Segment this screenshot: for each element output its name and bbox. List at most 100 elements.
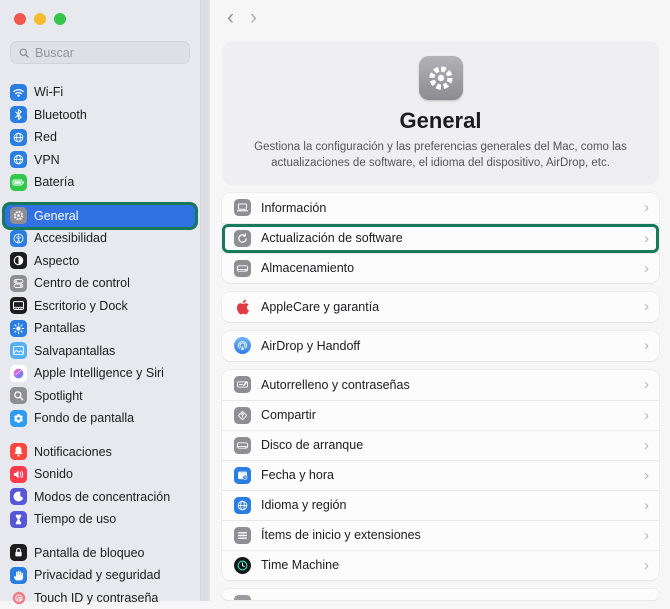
row-informacion[interactable]: Información› [222,193,659,223]
sun-icon [10,320,27,337]
row-almacenamiento[interactable]: Almacenamiento› [222,253,659,283]
spotlight-icon [10,387,27,404]
hand-icon [10,567,27,584]
zoom-button[interactable] [54,13,66,25]
traffic-lights [0,0,200,25]
row-label: AirDrop y Handoff [261,339,634,353]
chevron-right-icon: › [644,377,649,392]
main-content: General Gestiona la configuración y las … [222,41,659,600]
row-disco-de-arranque[interactable]: Disco de arranque › [222,430,659,460]
disk-icon [234,437,251,454]
wifi-icon [10,84,27,101]
row-label: Almacenamiento [261,261,634,275]
settings-group: AppleCare y garantía› [222,292,659,322]
forward-button[interactable]: › [250,6,257,30]
row-label: Ítems de inicio y extensiones [261,528,634,542]
battery-icon [10,174,27,191]
sidebar-item-pantalla-de-bloqueo[interactable]: Pantalla de bloqueo [5,542,195,565]
chevron-right-icon: › [644,338,649,353]
sidebar-item-wifi[interactable]: Wi-Fi [5,81,195,104]
row-autorrelleno-y-contrasenas[interactable]: Autorrelleno y contraseñas› [222,370,659,400]
sidebar-group: Pantalla de bloqueoPrivacidad y segurida… [0,542,200,609]
sidebar-item-label: Bluetooth [34,108,87,122]
sidebar-item-label: Centro de control [34,276,130,290]
sidebar-item-bateria[interactable]: Batería [5,171,195,194]
accessibility-icon [10,230,27,247]
row-compartir[interactable]: Compartir› [222,400,659,430]
disk-icon [234,260,251,277]
sidebar-item-pantallas[interactable]: Pantallas [5,317,195,340]
row-applecare-y-garantia[interactable]: AppleCare y garantía› [222,292,659,322]
fingerprint-icon [10,589,27,606]
row-actualizacion-de-software[interactable]: Actualización de software› [222,223,659,253]
sidebar-item-label: Modos de concentración [34,490,170,504]
sidebar-item-label: Apple Intelligence y Siri [34,366,164,380]
settings-group: AirDrop y Handoff › [222,331,659,361]
sidebar-item-modos-de-concentracion[interactable]: Modos de concentración [5,486,195,509]
row-items-de-inicio-y-extensiones[interactable]: Ítems de inicio y extensiones › [222,520,659,550]
autofill-icon [234,376,251,393]
general-header-card: General Gestiona la configuración y las … [222,41,659,185]
sidebar-item-label: Aspecto [34,254,79,268]
sidebar-item-fondo-de-pantalla[interactable]: Fondo de pantalla [5,407,195,430]
row-airdrop-y-handoff[interactable]: AirDrop y Handoff › [222,331,659,361]
sidebar-item-sonido[interactable]: Sonido [5,463,195,486]
chevron-right-icon: › [644,408,649,423]
sidebar-scrollbar[interactable] [200,0,210,601]
sidebar-item-notificaciones[interactable]: Notificaciones [5,441,195,464]
row-time-machine[interactable]: Time Machine› [222,550,659,580]
search-icon [18,47,30,59]
chevron-right-icon: › [644,200,649,215]
settings-groups: Información›Actualización de software›Al… [222,193,659,600]
page-description: Gestiona la configuración y las preferen… [242,139,639,172]
gear-icon [419,56,463,100]
settings-group: Autorrelleno y contraseñas›Compartir›Dis… [222,370,659,580]
sidebar-item-label: Touch ID y contraseña [34,591,158,605]
sidebar-item-tiempo-de-uso[interactable]: Tiempo de uso [5,508,195,531]
row-partial-row[interactable] [222,589,659,600]
flower-icon [10,410,27,427]
search-input[interactable]: Buscar [10,41,190,64]
sidebar-item-vpn[interactable]: VPN [5,149,195,172]
speaker-icon [10,466,27,483]
sidebar-item-aspecto[interactable]: Aspecto [5,250,195,273]
system-settings-window: { "window": { "traffic_lights": ["close"… [0,0,670,601]
sidebar-item-red[interactable]: Red [5,126,195,149]
sidebar-item-label: Escritorio y Dock [34,299,128,313]
sidebar-item-label: Notificaciones [34,445,112,459]
close-button[interactable] [14,13,26,25]
sidebar-item-label: Accesibilidad [34,231,107,245]
chevron-right-icon: › [644,231,649,246]
minimize-button[interactable] [34,13,46,25]
chevron-right-icon: › [644,299,649,314]
list-icon [234,527,251,544]
chevron-right-icon: › [644,438,649,453]
chevron-right-icon: › [644,498,649,513]
sidebar-item-accesibilidad[interactable]: Accesibilidad [5,227,195,250]
siri-icon [10,365,27,382]
sidebar-item-spotlight[interactable]: Spotlight [5,385,195,408]
timemachine-icon [234,557,251,574]
row-label: Disco de arranque [261,438,634,452]
back-button[interactable]: ‹ [227,6,234,30]
update-icon [234,230,251,247]
sidebar-item-label: Wi-Fi [34,85,63,99]
sidebar-item-escritorio-y-dock[interactable]: Escritorio y Dock [5,295,195,318]
sidebar-item-general[interactable]: General [5,205,195,228]
row-idioma-y-region[interactable]: Idioma y región› [222,490,659,520]
controlcenter-icon [10,275,27,292]
globe-icon [10,151,27,168]
sidebar-item-label: Red [34,130,57,144]
sidebar-item-label: Pantallas [34,321,85,335]
sidebar-item-privacidad-y-seguridad[interactable]: Privacidad y seguridad [5,564,195,587]
sidebar-list: Wi-Fi Bluetooth Red VPNBatería General Accesi… [0,81,200,609]
sidebar-item-centro-de-control[interactable]: Centro de control [5,272,195,295]
sidebar-item-salvapantallas[interactable]: Salvapantallas [5,340,195,363]
row-fecha-y-hora[interactable]: Fecha y hora› [222,460,659,490]
contrast-icon [10,252,27,269]
sidebar-item-apple-intelligence-y-siri[interactable]: Apple Intelligence y Siri [5,362,195,385]
navigation-bar: ‹ › [227,6,257,30]
sidebar-item-bluetooth[interactable]: Bluetooth [5,104,195,127]
chevron-right-icon: › [644,528,649,543]
sidebar-item-touch-id-y-contrasena[interactable]: Touch ID y contraseña [5,587,195,609]
